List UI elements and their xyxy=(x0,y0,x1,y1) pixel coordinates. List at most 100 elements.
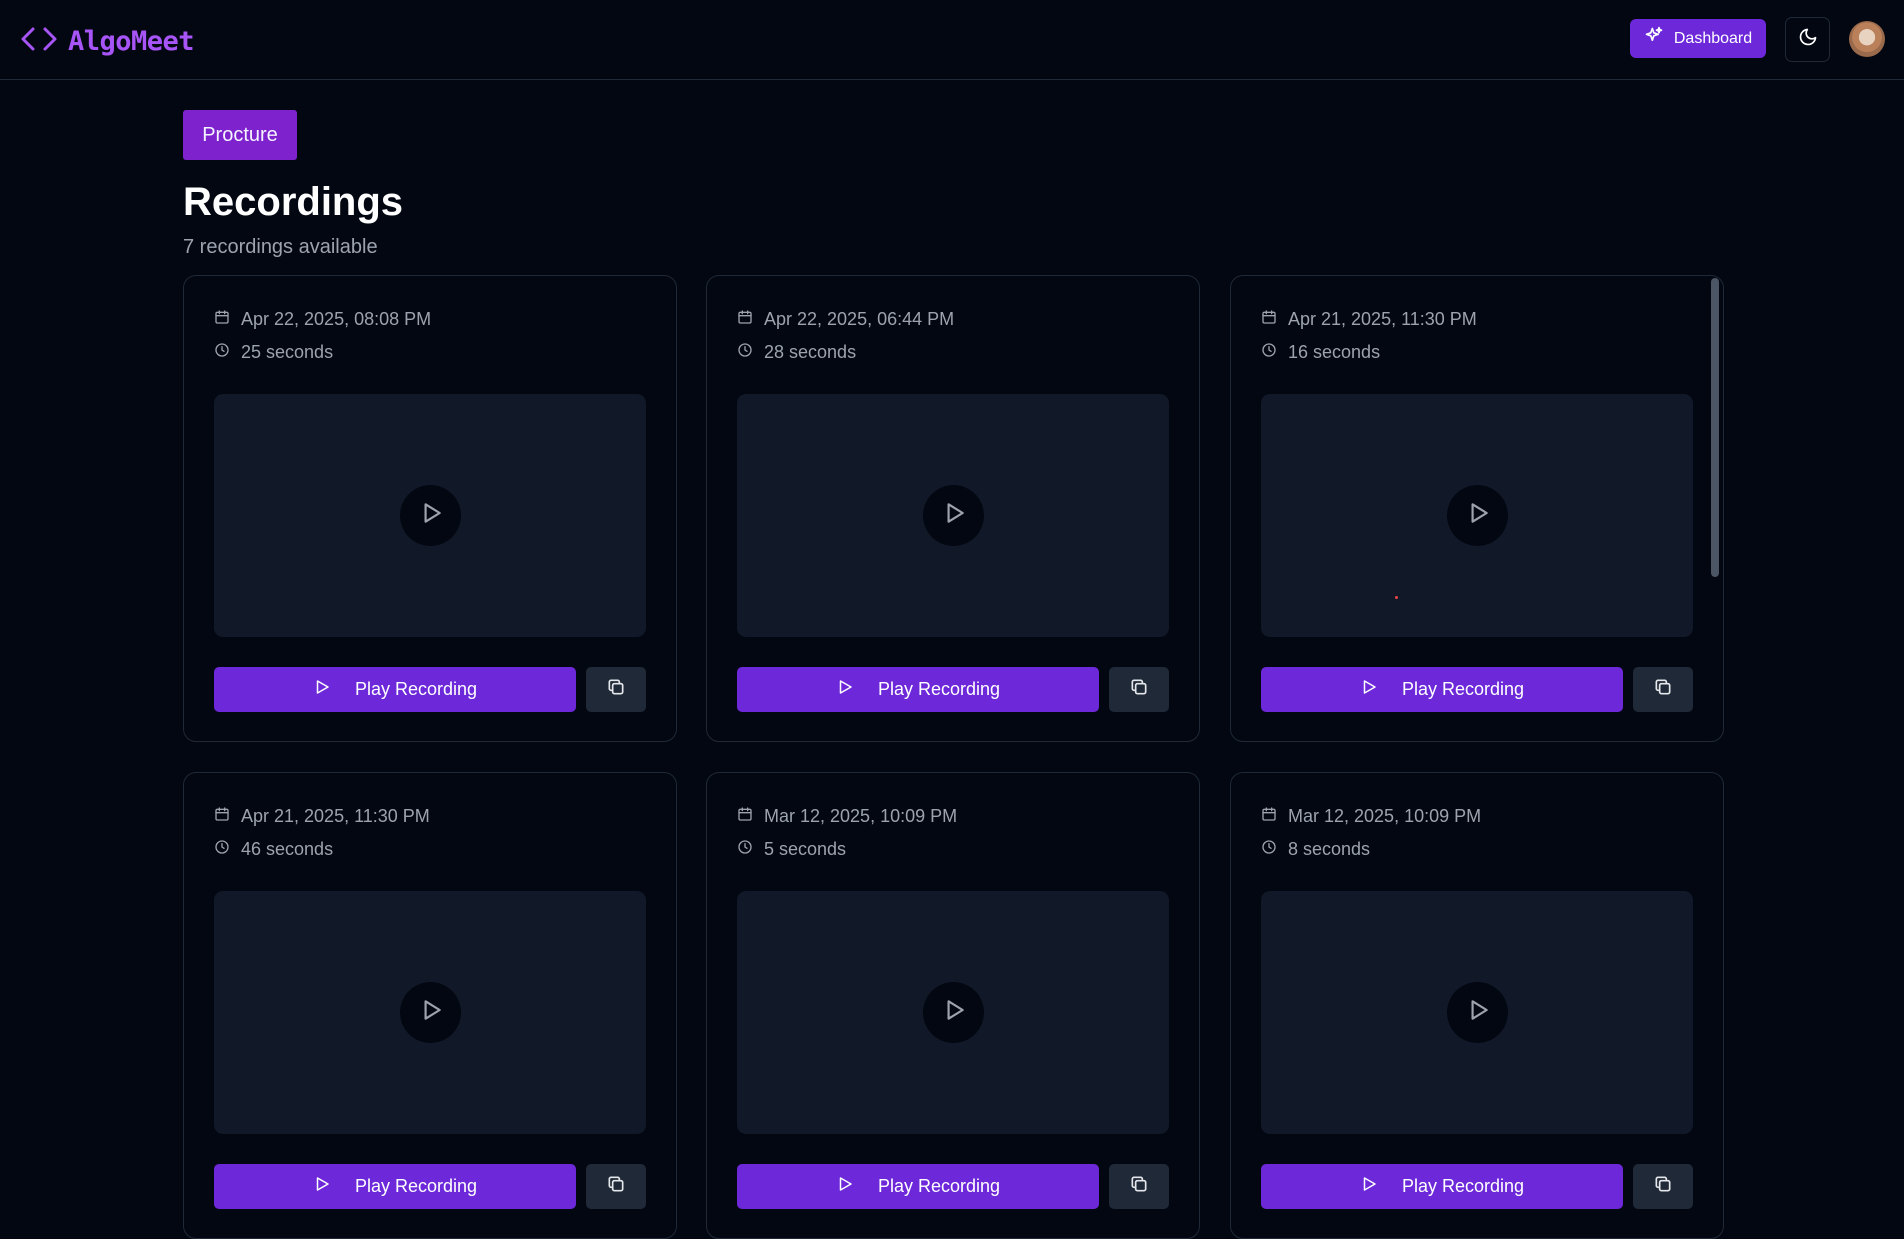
theme-toggle-button[interactable] xyxy=(1785,17,1830,62)
recording-duration: 5 seconds xyxy=(764,839,847,859)
play-recording-label: Play Recording xyxy=(354,1176,478,1196)
play-recording-label: Play Recording xyxy=(877,1176,1001,1196)
video-thumbnail[interactable] xyxy=(737,891,1169,1134)
play-icon xyxy=(1360,1175,1378,1198)
clock-icon xyxy=(737,839,753,860)
play-recording-button[interactable]: Play Recording xyxy=(737,667,1099,712)
sparkles-icon xyxy=(1644,26,1664,51)
recording-card: Apr 21, 2025, 11:30 PM 16 seconds Play R… xyxy=(1230,275,1724,742)
thumbnail-play-button[interactable] xyxy=(1447,485,1508,546)
recording-date-row: Apr 21, 2025, 11:30 PM xyxy=(214,806,430,827)
recording-date: Apr 21, 2025, 11:30 PM xyxy=(241,806,430,826)
copy-link-button[interactable] xyxy=(1109,1164,1169,1209)
recording-duration: 16 seconds xyxy=(1288,342,1381,362)
clock-icon xyxy=(214,342,230,363)
recording-date: Mar 12, 2025, 10:09 PM xyxy=(1288,806,1482,826)
copy-link-button[interactable] xyxy=(1633,1164,1693,1209)
copy-link-button[interactable] xyxy=(586,667,646,712)
calendar-icon xyxy=(214,806,230,827)
clock-icon xyxy=(1261,839,1277,860)
video-thumbnail[interactable] xyxy=(214,891,646,1134)
play-icon xyxy=(836,678,854,701)
recording-card: Apr 22, 2025, 06:44 PM 28 seconds Play R… xyxy=(706,275,1200,742)
play-icon xyxy=(313,678,331,701)
calendar-icon xyxy=(1261,806,1277,827)
play-recording-button[interactable]: Play Recording xyxy=(1261,667,1623,712)
play-icon xyxy=(313,1175,331,1198)
recording-date-row: Mar 12, 2025, 10:09 PM xyxy=(737,806,957,827)
play-icon xyxy=(1465,500,1491,531)
recording-date-row: Apr 22, 2025, 06:44 PM xyxy=(737,309,954,330)
copy-link-button[interactable] xyxy=(586,1164,646,1209)
thumbnail-play-button[interactable] xyxy=(400,982,461,1043)
code-brackets-icon xyxy=(20,20,58,63)
recording-date: Mar 12, 2025, 10:09 PM xyxy=(764,806,958,826)
play-recording-button[interactable]: Play Recording xyxy=(1261,1164,1623,1209)
top-navbar: AlgoMeet Dashboard xyxy=(0,0,1904,80)
recording-card: Apr 22, 2025, 08:08 PM 25 seconds Play R… xyxy=(183,275,677,742)
copy-link-button[interactable] xyxy=(1633,667,1693,712)
recording-date: Apr 22, 2025, 06:44 PM xyxy=(764,309,955,329)
recording-duration: 28 seconds xyxy=(764,342,857,362)
calendar-icon xyxy=(737,806,753,827)
recording-duration-row: 16 seconds xyxy=(1261,342,1380,363)
copy-icon xyxy=(606,1174,626,1199)
thumbnail-play-button[interactable] xyxy=(400,485,461,546)
recording-duration-row: 5 seconds xyxy=(737,839,846,860)
recording-date: Apr 21, 2025, 11:30 PM xyxy=(1288,309,1477,329)
play-icon xyxy=(1360,678,1378,701)
recording-date-row: Mar 12, 2025, 10:09 PM xyxy=(1261,806,1481,827)
copy-link-button[interactable] xyxy=(1109,667,1169,712)
play-icon xyxy=(418,500,444,531)
video-thumbnail[interactable] xyxy=(737,394,1169,637)
recording-duration: 46 seconds xyxy=(241,839,334,859)
play-recording-button[interactable]: Play Recording xyxy=(214,1164,576,1209)
video-thumbnail[interactable] xyxy=(1261,891,1693,1134)
recording-date: Apr 22, 2025, 08:08 PM xyxy=(241,309,432,329)
thumbnail-play-button[interactable] xyxy=(923,982,984,1043)
calendar-icon xyxy=(737,309,753,330)
copy-icon xyxy=(1653,1174,1673,1199)
recording-date-row: Apr 22, 2025, 08:08 PM xyxy=(214,309,431,330)
thumbnail-play-button[interactable] xyxy=(1447,982,1508,1043)
clock-icon xyxy=(737,342,753,363)
video-thumbnail[interactable] xyxy=(1261,394,1693,637)
brand-name: AlgoMeet xyxy=(68,26,195,57)
recording-date-row: Apr 21, 2025, 11:30 PM xyxy=(1261,309,1477,330)
play-recording-button[interactable]: Play Recording xyxy=(214,667,576,712)
brand-logo[interactable]: AlgoMeet xyxy=(20,20,195,63)
recording-duration: 25 seconds xyxy=(241,342,334,362)
play-recording-label: Play Recording xyxy=(877,679,1001,699)
recording-duration-row: 28 seconds xyxy=(737,342,856,363)
video-thumbnail[interactable] xyxy=(214,394,646,637)
moon-icon xyxy=(1798,27,1818,52)
calendar-icon xyxy=(214,309,230,330)
recording-card: Mar 12, 2025, 10:09 PM 5 seconds Play Re… xyxy=(706,772,1200,1239)
play-icon xyxy=(418,997,444,1028)
play-recording-label: Play Recording xyxy=(354,679,478,699)
page-title: Recordings xyxy=(183,180,404,224)
copy-icon xyxy=(1129,677,1149,702)
dashboard-label: Dashboard xyxy=(1673,29,1753,47)
recordings-count: 7 recordings available xyxy=(183,236,378,258)
copy-icon xyxy=(1129,1174,1149,1199)
project-tag[interactable]: Procture xyxy=(183,110,297,160)
play-icon xyxy=(941,997,967,1028)
thumbnail-play-button[interactable] xyxy=(923,485,984,546)
recording-card: Mar 12, 2025, 10:09 PM 8 seconds Play Re… xyxy=(1230,772,1724,1239)
recording-card: Apr 21, 2025, 11:30 PM 46 seconds Play R… xyxy=(183,772,677,1239)
calendar-icon xyxy=(1261,309,1277,330)
play-icon xyxy=(941,500,967,531)
play-recording-label: Play Recording xyxy=(1401,1176,1525,1196)
copy-icon xyxy=(1653,677,1673,702)
copy-icon xyxy=(606,677,626,702)
play-icon xyxy=(836,1175,854,1198)
dashboard-button[interactable]: Dashboard xyxy=(1630,19,1766,58)
play-recording-label: Play Recording xyxy=(1401,679,1525,699)
recording-duration-row: 8 seconds xyxy=(1261,839,1370,860)
clock-icon xyxy=(1261,342,1277,363)
play-recording-button[interactable]: Play Recording xyxy=(737,1164,1099,1209)
scrollbar-thumb[interactable] xyxy=(1711,278,1719,577)
play-icon xyxy=(1465,997,1491,1028)
user-avatar[interactable] xyxy=(1849,21,1885,57)
